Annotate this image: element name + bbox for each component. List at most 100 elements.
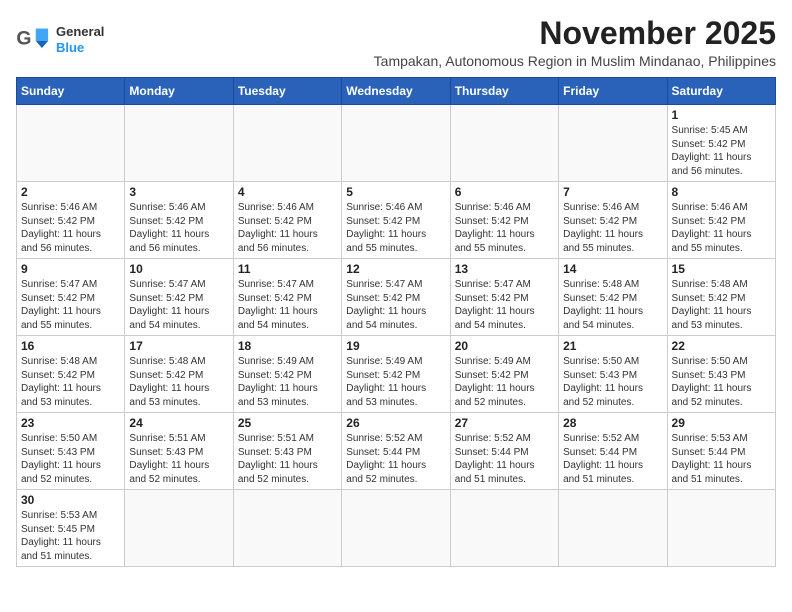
day-number: 12 [346, 262, 445, 276]
calendar-cell: 30Sunrise: 5:53 AMSunset: 5:45 PMDayligh… [17, 490, 125, 567]
calendar-cell: 13 Sunrise: 5:47 AMSunset: 5:42 PMDayligh… [450, 259, 558, 336]
title-area: November 2025 Tampakan, Autonomous Regio… [104, 16, 776, 69]
calendar-cell: 9 Sunrise: 5:47 AMSunset: 5:42 PMDaylight… [17, 259, 125, 336]
day-number: 1 [672, 108, 771, 122]
weekday-header-monday: Monday [125, 78, 233, 105]
calendar-cell: 3 Sunrise: 5:46 AMSunset: 5:42 PMDaylight… [125, 182, 233, 259]
day-number: 22 [672, 339, 771, 353]
day-number: 13 [455, 262, 554, 276]
calendar-cell: 25Sunrise: 5:51 AMSunset: 5:43 PMDayligh… [233, 413, 341, 490]
day-info: Sunrise: 5:46 AMSunset: 5:42 PMDaylight:… [238, 201, 337, 255]
calendar-header: SundayMondayTuesdayWednesdayThursdayFrid… [17, 78, 776, 105]
day-info: Sunrise: 5:49 AMSunset: 5:42 PMDaylight:… [238, 355, 337, 409]
day-info: Sunrise: 5:48 AMSunset: 5:42 PMDaylight:… [672, 278, 771, 332]
calendar-cell: 6 Sunrise: 5:46 AMSunset: 5:42 PMDaylight… [450, 182, 558, 259]
day-info: Sunrise: 5:46 AMSunset: 5:42 PMDaylight:… [129, 201, 228, 255]
calendar-cell: 8 Sunrise: 5:46 AMSunset: 5:42 PMDaylight… [667, 182, 775, 259]
day-number: 9 [21, 262, 120, 276]
calendar-cell: 12Sunrise: 5:47 AMSunset: 5:42 PMDayligh… [342, 259, 450, 336]
day-number: 8 [672, 185, 771, 199]
logo-icon: G [16, 25, 52, 55]
day-info: Sunrise: 5:50 AMSunset: 5:43 PMDaylight:… [672, 355, 771, 409]
day-number: 21 [563, 339, 662, 353]
calendar-cell: 4 Sunrise: 5:46 AMSunset: 5:42 PMDaylight… [233, 182, 341, 259]
day-number: 4 [238, 185, 337, 199]
calendar-cell: 20 Sunrise: 5:49 AMSunset: 5:42 PMDayligh… [450, 336, 558, 413]
day-info: Sunrise: 5:46 AMSunset: 5:42 PMDaylight:… [563, 201, 662, 255]
day-info: Sunrise: 5:51 AMSunset: 5:43 PMDaylight:… [129, 432, 228, 486]
day-info: Sunrise: 5:52 AMSunset: 5:44 PMDaylight:… [563, 432, 662, 486]
day-info: Sunrise: 5:49 AMSunset: 5:42 PMDaylight:… [455, 355, 554, 409]
calendar-cell: 15 Sunrise: 5:48 AMSunset: 5:42 PMDayligh… [667, 259, 775, 336]
weekday-header-friday: Friday [559, 78, 667, 105]
day-info: Sunrise: 5:52 AMSunset: 5:44 PMDaylight:… [455, 432, 554, 486]
calendar-cell [17, 105, 125, 182]
day-number: 6 [455, 185, 554, 199]
calendar-cell: 24Sunrise: 5:51 AMSunset: 5:43 PMDayligh… [125, 413, 233, 490]
day-info: Sunrise: 5:51 AMSunset: 5:43 PMDaylight:… [238, 432, 337, 486]
day-number: 27 [455, 416, 554, 430]
day-number: 30 [21, 493, 120, 507]
calendar-cell [450, 105, 558, 182]
calendar-cell: 14 Sunrise: 5:48 AMSunset: 5:42 PMDayligh… [559, 259, 667, 336]
calendar-cell [342, 105, 450, 182]
logo-text: General Blue [56, 24, 104, 55]
calendar-cell: 22 Sunrise: 5:50 AMSunset: 5:43 PMDayligh… [667, 336, 775, 413]
calendar-cell [233, 105, 341, 182]
calendar-cell: 29 Sunrise: 5:53 AMSunset: 5:44 PMDayligh… [667, 413, 775, 490]
page-header: G General Blue November 2025 Tampakan, A… [16, 16, 776, 69]
day-number: 26 [346, 416, 445, 430]
calendar-cell [233, 490, 341, 567]
day-number: 10 [129, 262, 228, 276]
day-info: Sunrise: 5:48 AMSunset: 5:42 PMDaylight:… [129, 355, 228, 409]
month-title: November 2025 [104, 16, 776, 51]
day-number: 15 [672, 262, 771, 276]
calendar-cell: 18 Sunrise: 5:49 AMSunset: 5:42 PMDayligh… [233, 336, 341, 413]
day-number: 20 [455, 339, 554, 353]
weekday-header-sunday: Sunday [17, 78, 125, 105]
day-number: 23 [21, 416, 120, 430]
day-info: Sunrise: 5:46 AMSunset: 5:42 PMDaylight:… [455, 201, 554, 255]
day-number: 3 [129, 185, 228, 199]
calendar-cell: 23 Sunrise: 5:50 AMSunset: 5:43 PMDayligh… [17, 413, 125, 490]
day-info: Sunrise: 5:48 AMSunset: 5:42 PMDaylight:… [563, 278, 662, 332]
calendar-cell: 2 Sunrise: 5:46 AMSunset: 5:42 PMDaylight… [17, 182, 125, 259]
day-info: Sunrise: 5:47 AMSunset: 5:42 PMDaylight:… [21, 278, 120, 332]
day-info: Sunrise: 5:50 AMSunset: 5:43 PMDaylight:… [563, 355, 662, 409]
calendar-cell [125, 105, 233, 182]
calendar-cell: 17 Sunrise: 5:48 AMSunset: 5:42 PMDayligh… [125, 336, 233, 413]
day-number: 19 [346, 339, 445, 353]
calendar-cell: 19 Sunrise: 5:49 AMSunset: 5:42 PMDayligh… [342, 336, 450, 413]
weekday-header-saturday: Saturday [667, 78, 775, 105]
day-info: Sunrise: 5:47 AMSunset: 5:42 PMDaylight:… [238, 278, 337, 332]
day-number: 29 [672, 416, 771, 430]
day-number: 5 [346, 185, 445, 199]
day-info: Sunrise: 5:53 AMSunset: 5:44 PMDaylight:… [672, 432, 771, 486]
day-number: 16 [21, 339, 120, 353]
calendar-cell [125, 490, 233, 567]
calendar-table: SundayMondayTuesdayWednesdayThursdayFrid… [16, 77, 776, 567]
weekday-header-thursday: Thursday [450, 78, 558, 105]
calendar-cell [559, 490, 667, 567]
calendar-cell: 7Sunrise: 5:46 AMSunset: 5:42 PMDaylight… [559, 182, 667, 259]
calendar-cell: 5 Sunrise: 5:46 AMSunset: 5:42 PMDaylight… [342, 182, 450, 259]
calendar-cell: 10 Sunrise: 5:47 AMSunset: 5:42 PMDayligh… [125, 259, 233, 336]
day-info: Sunrise: 5:47 AMSunset: 5:42 PMDaylight:… [129, 278, 228, 332]
day-number: 14 [563, 262, 662, 276]
day-info: Sunrise: 5:52 AMSunset: 5:44 PMDaylight:… [346, 432, 445, 486]
calendar-cell [450, 490, 558, 567]
day-info: Sunrise: 5:46 AMSunset: 5:42 PMDaylight:… [672, 201, 771, 255]
day-number: 17 [129, 339, 228, 353]
logo: G General Blue [16, 24, 104, 55]
day-info: Sunrise: 5:50 AMSunset: 5:43 PMDaylight:… [21, 432, 120, 486]
day-number: 18 [238, 339, 337, 353]
day-number: 2 [21, 185, 120, 199]
day-info: Sunrise: 5:47 AMSunset: 5:42 PMDaylight:… [455, 278, 554, 332]
day-info: Sunrise: 5:46 AMSunset: 5:42 PMDaylight:… [21, 201, 120, 255]
calendar-cell: 28 Sunrise: 5:52 AMSunset: 5:44 PMDayligh… [559, 413, 667, 490]
weekday-header-wednesday: Wednesday [342, 78, 450, 105]
day-number: 28 [563, 416, 662, 430]
day-info: Sunrise: 5:49 AMSunset: 5:42 PMDaylight:… [346, 355, 445, 409]
day-info: Sunrise: 5:48 AMSunset: 5:42 PMDaylight:… [21, 355, 120, 409]
day-info: Sunrise: 5:46 AMSunset: 5:42 PMDaylight:… [346, 201, 445, 255]
